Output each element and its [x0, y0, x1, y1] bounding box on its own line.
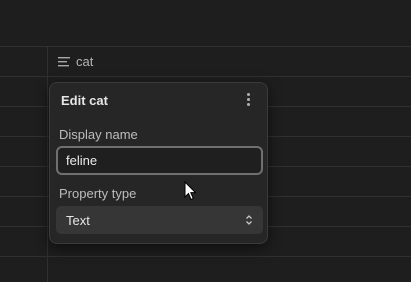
- column-header-cat[interactable]: cat: [48, 47, 411, 76]
- column-divider: [47, 46, 48, 282]
- property-type-select[interactable]: Text: [56, 206, 263, 234]
- column-header-label: cat: [76, 54, 94, 69]
- property-type-value: Text: [66, 212, 90, 228]
- chevron-updown-icon: [246, 215, 252, 225]
- display-name-input[interactable]: [56, 146, 263, 175]
- display-name-label: Display name: [59, 127, 138, 142]
- more-vertical-icon[interactable]: [242, 91, 254, 107]
- mouse-cursor-icon: [184, 181, 197, 201]
- property-type-label: Property type: [59, 186, 137, 201]
- grid-line: [0, 76, 411, 77]
- edit-property-popover: Edit cat Display name Property type Text: [49, 82, 268, 244]
- text-lines-icon: [58, 56, 70, 66]
- grid-line: [0, 256, 411, 257]
- popover-title: Edit cat: [61, 93, 108, 108]
